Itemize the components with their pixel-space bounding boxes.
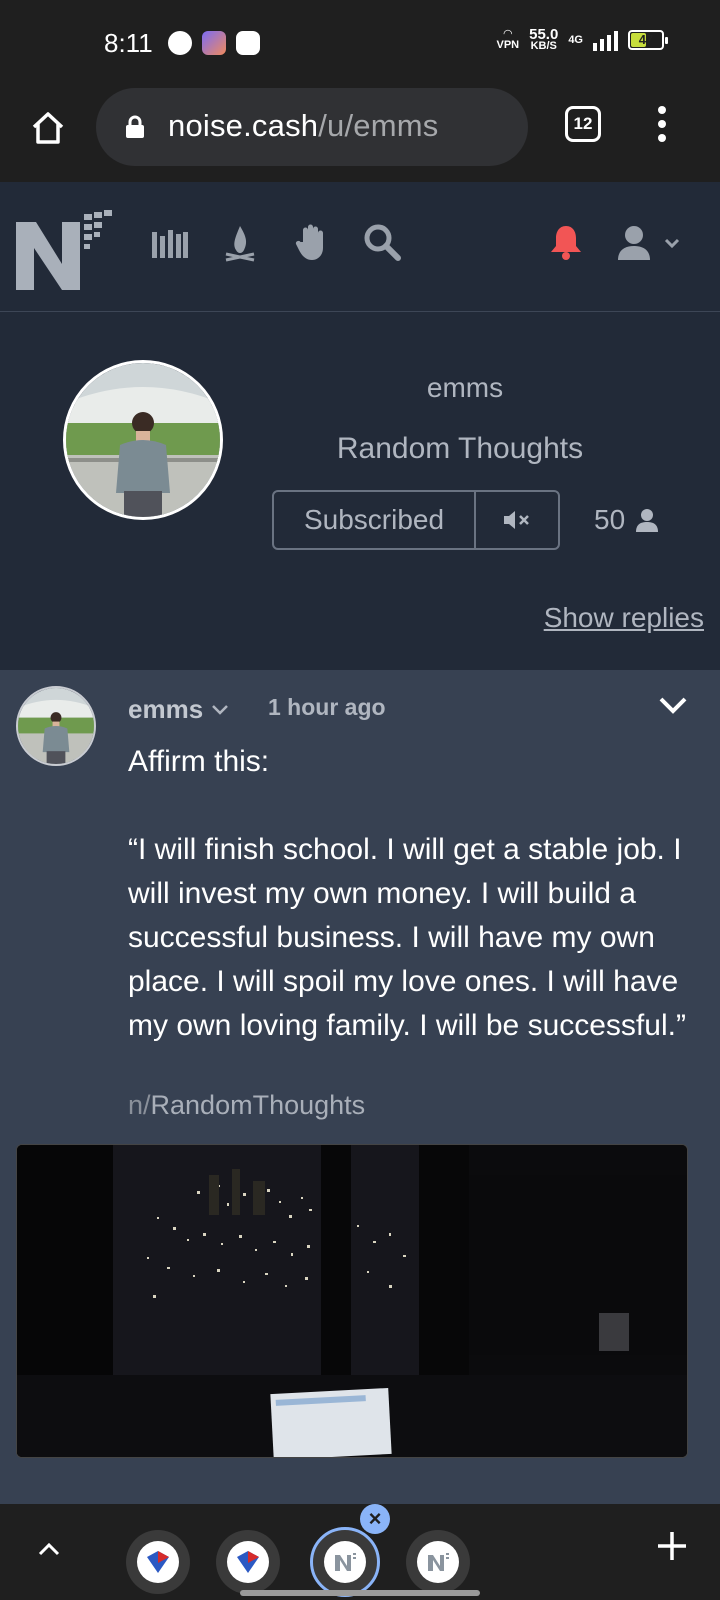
profile-avatar[interactable] bbox=[63, 360, 223, 520]
overflow-menu-icon[interactable] bbox=[654, 106, 670, 146]
chevron-down-icon bbox=[212, 704, 229, 715]
signal-icon bbox=[593, 29, 618, 51]
subscriber-count: 50 bbox=[594, 504, 659, 536]
status-time: 8:11 bbox=[104, 28, 153, 58]
profile-username: emms bbox=[426, 372, 504, 403]
app-notification-icon bbox=[202, 31, 226, 55]
post-paragraph: “I will finish school. I will get a stab… bbox=[128, 833, 686, 1042]
capcut-icon bbox=[236, 31, 260, 55]
hand-icon[interactable] bbox=[292, 222, 332, 262]
subscribed-button[interactable]: Subscribed bbox=[274, 492, 476, 548]
subscription-controls: Subscribed bbox=[272, 490, 560, 550]
network-type: 4G bbox=[568, 33, 583, 46]
channel-title: Random Thoughts bbox=[336, 432, 584, 465]
post-author[interactable]: emms bbox=[128, 694, 229, 725]
site-favicon-icon bbox=[237, 1551, 259, 1573]
chevron-up-icon[interactable] bbox=[34, 1534, 64, 1564]
tab-thumbnail[interactable] bbox=[126, 1530, 190, 1594]
post-body: Affirm this: “I will finish school. I wi… bbox=[128, 740, 698, 1048]
site-favicon-icon bbox=[147, 1551, 169, 1573]
noise-cash-logo[interactable] bbox=[14, 198, 114, 293]
search-icon[interactable] bbox=[362, 222, 402, 262]
user-menu-icon[interactable] bbox=[614, 222, 684, 262]
profile-header: emms Random Thoughts Subscribed 50 Show … bbox=[0, 312, 720, 670]
speed-unit: KB/S bbox=[530, 40, 557, 52]
status-indicators: ◠ VPN 55.0 KB/S 4G 47 bbox=[496, 27, 668, 52]
tab-switcher-button[interactable]: 12 bbox=[565, 106, 601, 142]
messenger-icon bbox=[168, 31, 192, 55]
subscribers-icon bbox=[636, 509, 659, 532]
noise-cash-favicon-icon bbox=[335, 1553, 356, 1571]
url-host: noise.cash bbox=[168, 108, 319, 143]
tab-strip: × bbox=[0, 1504, 720, 1600]
gesture-home-indicator[interactable] bbox=[240, 1590, 480, 1596]
post-card: emms 1 hour ago Affirm this: “I will fin… bbox=[0, 670, 720, 1504]
browser-toolbar: noise.cash/u/emms 12 bbox=[0, 88, 720, 182]
subscriber-count-value: 50 bbox=[594, 504, 626, 535]
bell-icon[interactable] bbox=[546, 222, 586, 262]
battery-level: 47 bbox=[638, 32, 654, 47]
post-image[interactable] bbox=[16, 1144, 688, 1458]
channel-name: RandomThoughts bbox=[150, 1090, 366, 1120]
mute-button[interactable] bbox=[476, 492, 558, 548]
tab-thumbnail[interactable] bbox=[216, 1530, 280, 1594]
post-options-chevron-icon[interactable] bbox=[658, 690, 688, 720]
home-icon[interactable] bbox=[28, 108, 68, 148]
tab-thumbnail[interactable] bbox=[406, 1530, 470, 1594]
network-speed: 55.0 KB/S bbox=[529, 27, 558, 52]
site-navbar bbox=[0, 182, 720, 312]
vpn-label: VPN bbox=[496, 39, 520, 51]
campfire-icon[interactable] bbox=[220, 222, 260, 262]
mute-icon bbox=[504, 511, 529, 529]
url-text[interactable]: noise.cash/u/emms bbox=[168, 108, 438, 144]
post-timestamp[interactable]: 1 hour ago bbox=[268, 694, 386, 721]
vpn-indicator: ◠ VPN bbox=[496, 29, 519, 51]
library-icon[interactable] bbox=[150, 222, 190, 262]
post-author-name: emms bbox=[128, 694, 204, 724]
post-author-avatar[interactable] bbox=[16, 686, 96, 766]
post-paragraph: Affirm this: bbox=[128, 745, 270, 778]
lock-icon bbox=[126, 115, 144, 138]
status-bar: 8:11 ◠ VPN 55.0 KB/S 4G 47 bbox=[0, 0, 720, 88]
noise-cash-favicon-icon bbox=[428, 1553, 449, 1571]
post-channel-link[interactable]: n/RandomThoughts bbox=[128, 1090, 365, 1121]
tab-thumbnail-active[interactable] bbox=[310, 1527, 380, 1597]
close-tab-icon[interactable]: × bbox=[360, 1504, 390, 1534]
url-bar[interactable]: noise.cash/u/emms bbox=[96, 88, 528, 166]
url-path: /u/emms bbox=[318, 108, 439, 143]
channel-prefix: n/ bbox=[128, 1090, 151, 1120]
new-tab-plus-icon[interactable] bbox=[654, 1528, 690, 1564]
show-replies-link[interactable]: Show replies bbox=[544, 602, 704, 634]
battery-icon: 47 bbox=[628, 30, 668, 50]
